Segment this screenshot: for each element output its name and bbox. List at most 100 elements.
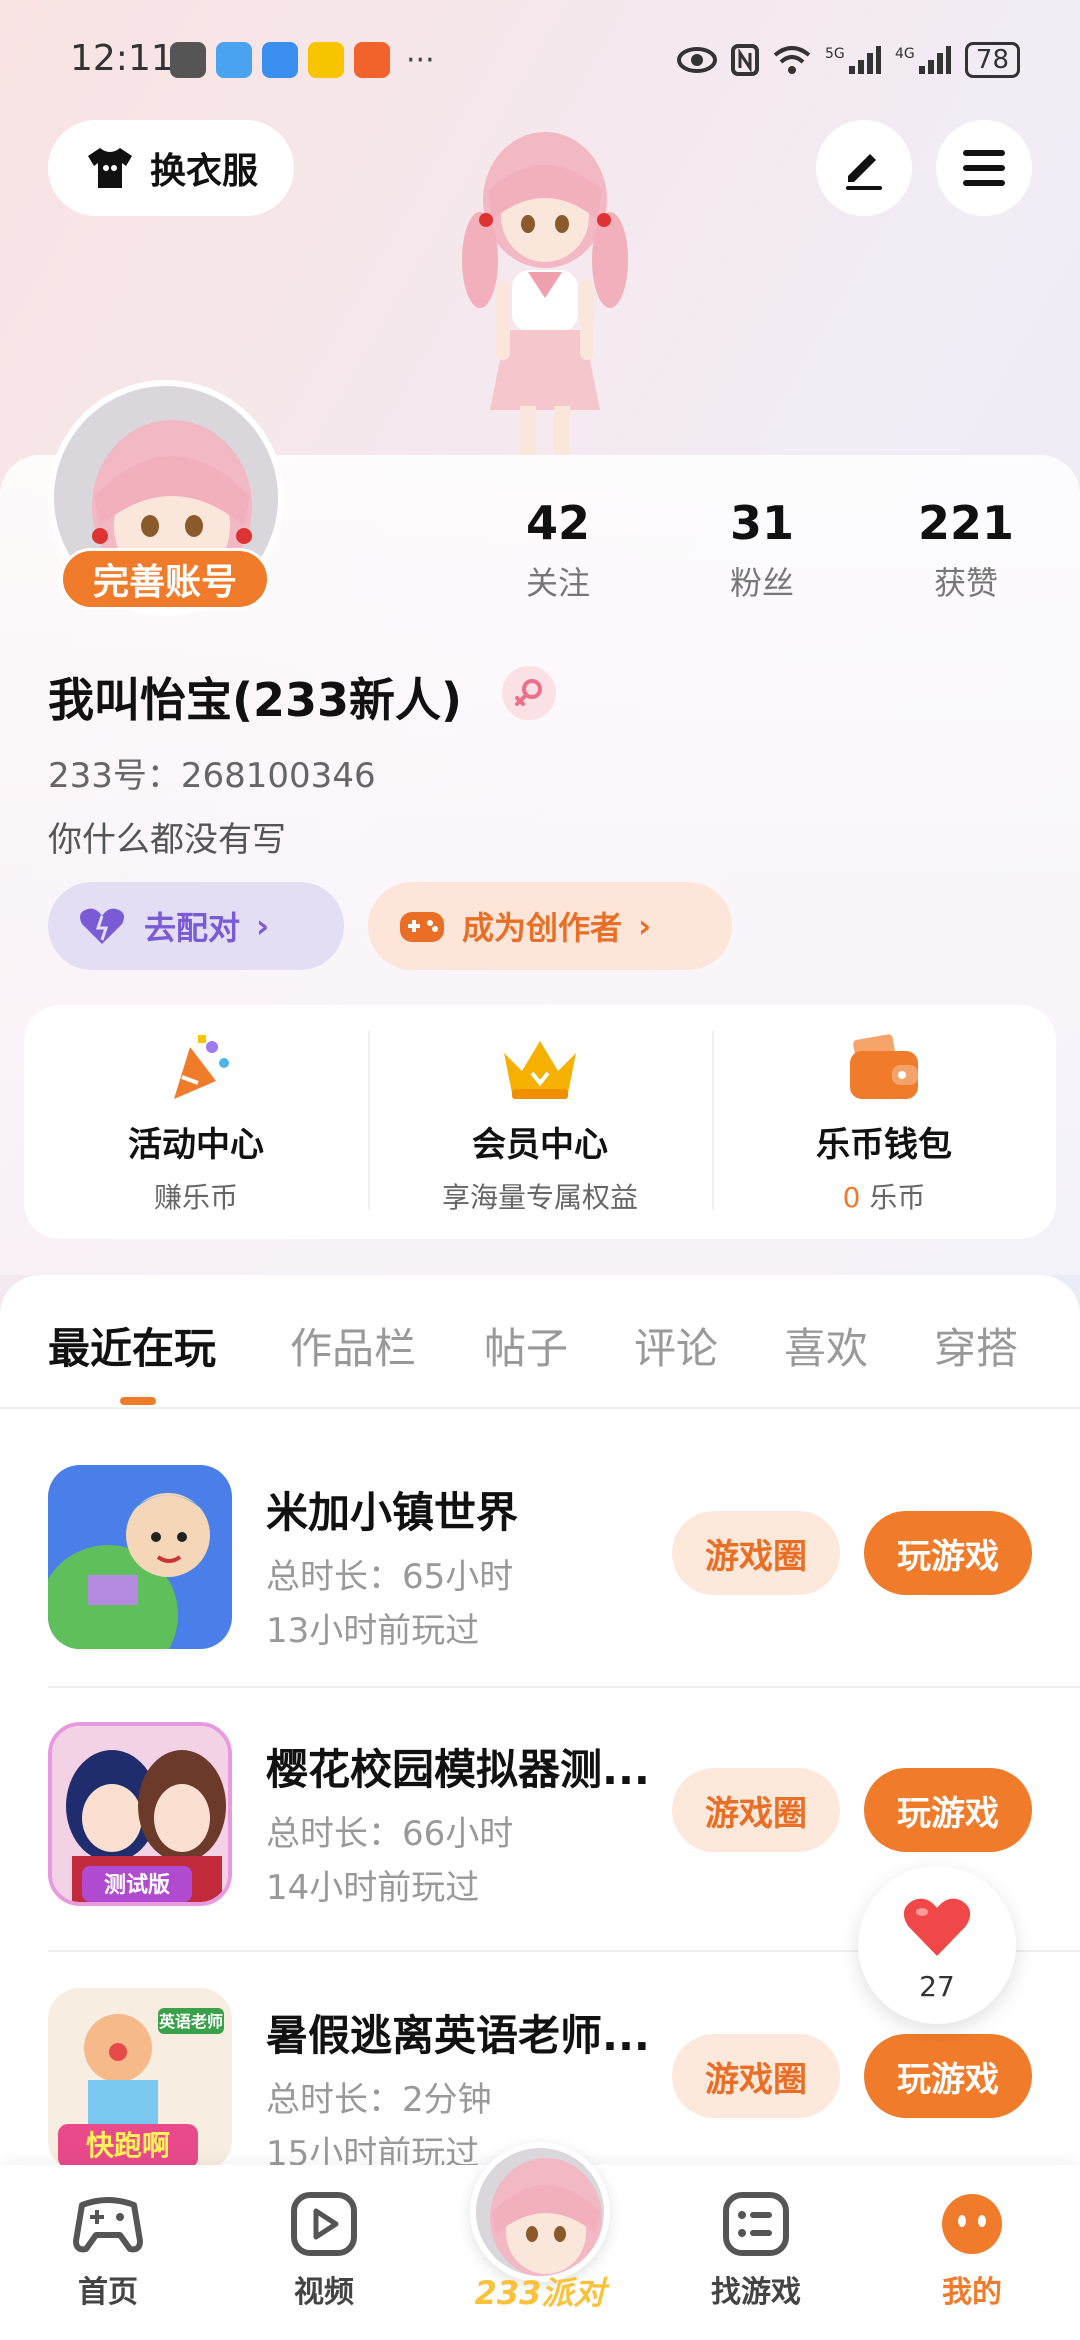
game-icon[interactable]: 测试版 [48, 1722, 232, 1906]
active-tab-indicator [120, 1397, 156, 1405]
stat-followers[interactable]: 31 粉丝 [682, 496, 842, 604]
stat-following-label: 关注 [525, 564, 590, 602]
nav-video-label: 视频 [294, 2275, 354, 2310]
nav-party-label[interactable]: 233派对 [460, 2268, 620, 2314]
stat-likes-label: 获赞 [933, 564, 998, 602]
run-label: 快跑啊 [86, 2129, 170, 2162]
go-match-button[interactable]: 去配对 › [48, 882, 344, 970]
heart-match-icon [80, 908, 124, 944]
list-search-icon [723, 2192, 789, 2256]
app-notification-icon [216, 42, 252, 78]
become-creator-label: 成为创作者 [462, 909, 623, 947]
game-circle-button[interactable]: 游戏圈 [672, 2034, 840, 2118]
more-notifications-icon: ··· [406, 42, 435, 78]
tab-recently-played[interactable]: 最近在玩 [48, 1315, 216, 1376]
battery-indicator: 78 [964, 42, 1020, 78]
test-version-label: 测试版 [104, 1873, 170, 1898]
activity-center[interactable]: 活动中心 赚乐币 [24, 1005, 368, 1239]
chevron-right-icon: › [638, 907, 652, 945]
notification-icons: ··· [170, 42, 435, 78]
svg-text:4G: 4G [895, 46, 915, 62]
user-id: 233号：268100346 [48, 756, 376, 796]
game-circle-button[interactable]: 游戏圈 [672, 1768, 840, 1852]
status-right: 5G 4G 78 [676, 42, 1020, 78]
game-circle-button[interactable]: 游戏圈 [672, 1511, 840, 1595]
stat-followers-label: 粉丝 [729, 564, 794, 602]
tab-works[interactable]: 作品栏 [290, 1315, 416, 1376]
feature-card: 活动中心 赚乐币 会员中心 享海量专属权益 乐币钱包 0 乐币 [24, 1005, 1056, 1239]
nav-home[interactable]: 首页 [28, 2191, 188, 2311]
tab-posts[interactable]: 帖子 [484, 1315, 568, 1376]
eye-icon [676, 47, 717, 73]
signal-5g-icon: 5G [825, 46, 881, 74]
profile-tabs: 最近在玩 作品栏 帖子 评论 喜欢 穿搭 [0, 1315, 1080, 1405]
game-duration: 总时长：66小时 [266, 1814, 514, 1854]
game-last-played: 14小时前玩过 [266, 1868, 480, 1908]
menu-button[interactable] [936, 120, 1032, 216]
female-gender-icon [502, 666, 556, 720]
tab-likes[interactable]: 喜欢 [784, 1315, 868, 1376]
profile-face-icon [942, 2194, 1002, 2254]
list-item[interactable]: 米加小镇世界 总时长：65小时 13小时前玩过 游戏圈 玩游戏 [48, 1465, 1032, 1681]
coin-unit: 乐币 [869, 1181, 926, 1214]
change-outfit-button[interactable]: 换衣服 [48, 120, 294, 216]
party-popper-icon [174, 1035, 229, 1099]
nav-mine[interactable]: 我的 [892, 2191, 1052, 2311]
stat-following-count: 42 [525, 496, 590, 550]
nfc-icon [730, 44, 759, 76]
coin-wallet[interactable]: 乐币钱包 0 乐币 [712, 1005, 1056, 1239]
stat-followers-count: 31 [729, 496, 794, 550]
pen-icon [846, 154, 882, 190]
tshirt-icon [87, 148, 132, 188]
tab-outfits[interactable]: 穿搭 [934, 1315, 1018, 1376]
tab-comments[interactable]: 评论 [634, 1315, 718, 1376]
change-outfit-label: 换衣服 [149, 151, 258, 192]
game-icon-image [48, 1465, 232, 1649]
play-game-button[interactable]: 玩游戏 [864, 2034, 1032, 2118]
vip-center-title: 会员中心 [472, 1125, 608, 1165]
nav-party-avatar[interactable] [470, 2142, 610, 2282]
vip-center[interactable]: 会员中心 享海量专属权益 [368, 1005, 712, 1239]
game-icon-image: 测试版 [52, 1726, 228, 1902]
game-last-played: 13小时前玩过 [266, 1611, 480, 1651]
play-game-button[interactable]: 玩游戏 [864, 1768, 1032, 1852]
coin-wallet-subtitle: 0 乐币 [712, 1176, 1056, 1216]
complete-account-badge[interactable]: 完善账号 [60, 548, 270, 610]
app-notification-icon [308, 42, 344, 78]
edit-profile-button[interactable] [816, 120, 912, 216]
signal-4g-icon: 4G [895, 46, 951, 74]
stat-likes[interactable]: 221 获赞 [886, 496, 1046, 604]
profile-name: 我叫怡宝(233新人) [48, 673, 463, 727]
game-duration: 总时长：2分钟 [266, 2080, 492, 2120]
vip-center-subtitle: 享海量专属权益 [441, 1181, 638, 1214]
game-title: 米加小镇世界 [266, 1488, 519, 1537]
english-teacher-tag: 英语老师 [158, 2012, 223, 2031]
game-title: 樱花校园模拟器测... [266, 1745, 650, 1794]
avatar-figure[interactable] [430, 120, 660, 460]
game-icon[interactable]: 英语老师 快跑啊 [48, 1988, 232, 2172]
gamepad-home-icon [73, 2197, 143, 2253]
play-game-button[interactable]: 玩游戏 [864, 1511, 1032, 1595]
stat-following[interactable]: 42 关注 [478, 496, 638, 604]
game-icon[interactable] [48, 1465, 232, 1649]
app-notification-icon [262, 42, 298, 78]
heart-count: 27 [919, 1970, 955, 2003]
gamepad-icon [400, 912, 444, 942]
crown-icon [504, 1041, 576, 1099]
game-icon-image: 英语老师 快跑啊 [48, 1988, 232, 2172]
app-notification-icon [170, 42, 206, 78]
wifi-icon [773, 46, 811, 74]
nav-find-games[interactable]: 找游戏 [676, 2191, 836, 2311]
nav-find-games-label: 找游戏 [711, 2275, 801, 2310]
game-duration: 总时长：65小时 [266, 1557, 514, 1597]
become-creator-button[interactable]: 成为创作者 › [368, 882, 732, 970]
nav-video[interactable]: 视频 [244, 2191, 404, 2311]
row-divider [48, 1686, 1080, 1688]
chevron-right-icon: › [256, 907, 270, 945]
heart-like-button[interactable]: 27 [858, 1866, 1016, 2024]
activity-center-title: 活动中心 [128, 1125, 264, 1165]
coin-balance: 0 [842, 1181, 861, 1214]
game-title: 暑假逃离英语老师... [266, 2011, 650, 2060]
nav-home-label: 首页 [78, 2275, 138, 2310]
wallet-icon [850, 1034, 918, 1099]
